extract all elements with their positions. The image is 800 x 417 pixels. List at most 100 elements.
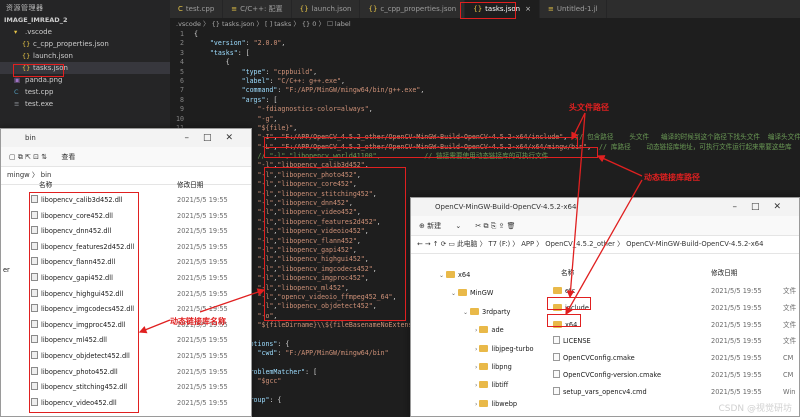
file-row[interactable]: setup_vars_opencv4.cmd [553,386,647,398]
sidebar-file-item[interactable]: ≡ test.exe [0,98,170,110]
sidebar-file-label: c_cpp_properties.json [33,40,109,48]
nav-buttons[interactable]: ← → ↑ ⟳ ▭ [417,240,457,248]
file-icon [553,386,560,395]
view-button[interactable]: 查看 [61,153,75,161]
file-type: 文件 [783,303,797,312]
chevron-right-icon[interactable]: › [475,364,477,371]
file-icon [553,353,560,362]
code-line[interactable]: 11 "${file}", [170,124,800,133]
chevron-right-icon[interactable]: › [475,346,477,353]
breadcrumb[interactable]: .vscode 〉 {} tasks.json 〉 [ ] tasks 〉 {}… [170,18,800,30]
line-number: 2 [180,39,184,48]
tree-label: libjpeg-turbo [491,344,534,353]
code-line[interactable]: 8 "args": [ [170,96,800,105]
chevron-right-icon[interactable]: › [475,382,477,389]
chevron-down-icon[interactable]: ⌄ [463,309,468,316]
window-controls[interactable]: –□✕ [184,129,247,147]
code-line[interactable]: 1{ [170,30,800,39]
tree-item[interactable]: › libwebp [475,399,517,410]
file-icon [553,336,560,345]
code-line[interactable]: 2 "version": "2.0.0", [170,39,800,48]
tree-item[interactable]: ⌄ MinGW [451,288,493,299]
file-icon [553,370,560,378]
tree-label: 3rdparty [482,307,511,316]
file-row[interactable]: OpenCVConfig-version.cmake [553,370,661,381]
chevron-right-icon[interactable]: › [475,401,477,408]
column-header-name[interactable]: 名称 [561,268,574,279]
sidebar-file-label: panda.png [25,76,63,84]
editor-tab[interactable]: {} c_cpp_properties.json [360,0,466,18]
code-line[interactable]: 6 "label": "C/C++: g++.exe", [170,77,800,86]
close-icon[interactable]: × [525,5,531,13]
tree-item[interactable]: ⌄ x64 [439,270,470,281]
tree-item[interactable]: › ade [475,325,504,336]
highlight-include-folder [547,297,591,310]
tree-item[interactable]: › libtiff [475,380,508,391]
sidebar-file-item[interactable]: Ctest.cpp [0,86,170,98]
folder-icon [479,326,489,334]
tree-item[interactable]: › libpng [475,362,512,373]
code-line[interactable]: 7 "command": "F:/APP/MinGW/mingw64/bin/g… [170,86,800,95]
sidebar-file-label: launch.json [33,52,73,60]
chevron-right-icon[interactable]: › [475,327,477,334]
folder-icon [470,307,480,315]
file-type-icon: C [178,5,183,13]
file-name: setup_vars_opencv4.cmd [563,387,647,396]
sidebar-file-item[interactable]: {} c_cpp_properties.json [0,38,170,50]
highlight-lib-names [264,167,406,321]
code-line[interactable]: 9 "-fdiagnostics-color=always", [170,105,800,114]
toolbar-icons[interactable]: ▢ ⧉ ⇱ ⊡ ⇅ [9,153,47,161]
sidebar-file-label: test.exe [25,100,54,108]
editor-tab[interactable]: {} launch.json [292,0,361,18]
tab-label: c_cpp_properties.json [380,5,457,13]
sidebar-file-item[interactable]: ▾ .vscode [0,26,170,38]
sidebar-title: 资源管理器 [6,4,44,12]
code-line[interactable]: 4 { [170,58,800,67]
toolbar-icons[interactable]: ✂ ⧉ ⎘ ⇪ 🗑 [475,222,515,230]
file-date: 2021/5/5 19:55 [177,242,228,251]
code-text: "command": "F:/APP/MinGW/mingw64/bin/g++… [241,86,425,95]
line-number: 4 [180,58,184,67]
address-bar[interactable]: ← → ↑ ⟳ ▭ 此电脑 〉 T7 (F:) 〉 APP 〉 OpenCV_4… [411,236,799,254]
folder-icon [479,381,489,389]
code-line[interactable]: 3 "tasks": [ [170,49,800,58]
code-line[interactable]: 10 "-g", [170,115,800,124]
chevron-down-icon[interactable]: ⌄ [451,290,456,297]
window-controls[interactable]: –□✕ [732,198,795,216]
tab-label: C/C++: 配置 [240,5,283,13]
line-number: 9 [180,105,184,114]
file-date: 2021/5/5 19:55 [177,305,228,314]
chevron-down-icon[interactable]: ⌄ [439,272,444,279]
column-header-name[interactable]: 名称 [39,180,52,191]
tree-label: libtiff [491,381,509,390]
new-button[interactable]: ⊕ 新建 ⌄ [419,222,461,230]
tree-item[interactable]: › libjpeg-turbo [475,344,534,355]
workspace-folder[interactable]: IMAGE_IMREAD_2 [0,14,170,26]
column-header-date[interactable]: 修改日期 [711,268,737,279]
code-text: "label": "C/C++: g++.exe", [241,76,345,85]
file-name: OpenCVConfig.cmake [563,354,635,363]
highlight-lib-arg [264,147,598,158]
editor-tab[interactable]: ≡ C/C++: 配置 [223,0,292,18]
editor-tab[interactable]: ≡ Untitled-1.jl [540,0,607,18]
file-type: CM [783,371,794,379]
file-date: 2021/5/5 19:55 [177,258,228,267]
file-type-icon: {} [299,5,309,13]
file-type-icon: ≡ [547,5,554,13]
nav-pane-label[interactable]: er [3,265,10,276]
file-row[interactable]: OpenCVConfig.cmake [553,353,635,364]
tab-label: launch.json [311,5,352,13]
line-number: 8 [180,95,184,104]
explorer-toolbar: ⊕ 新建 ⌄ ✂ ⧉ ⎘ ⇪ 🗑 [411,216,799,236]
code-line[interactable]: 5 "type": "cppbuild", [170,68,800,77]
code-text: "tasks": [ [209,48,250,57]
column-header-date[interactable]: 修改日期 [177,180,203,191]
editor-tab[interactable]: Ctest.cpp [170,0,224,18]
file-row[interactable]: etc [553,286,575,297]
file-date: 2021/5/5 19:55 [711,303,762,312]
tree-item[interactable]: ⌄ 3rdparty [463,307,510,318]
cpp-icon: C [14,88,19,96]
line-number: 10 [176,114,184,123]
sidebar-file-item[interactable]: {} launch.json [0,50,170,62]
file-row[interactable]: LICENSE [553,336,591,347]
